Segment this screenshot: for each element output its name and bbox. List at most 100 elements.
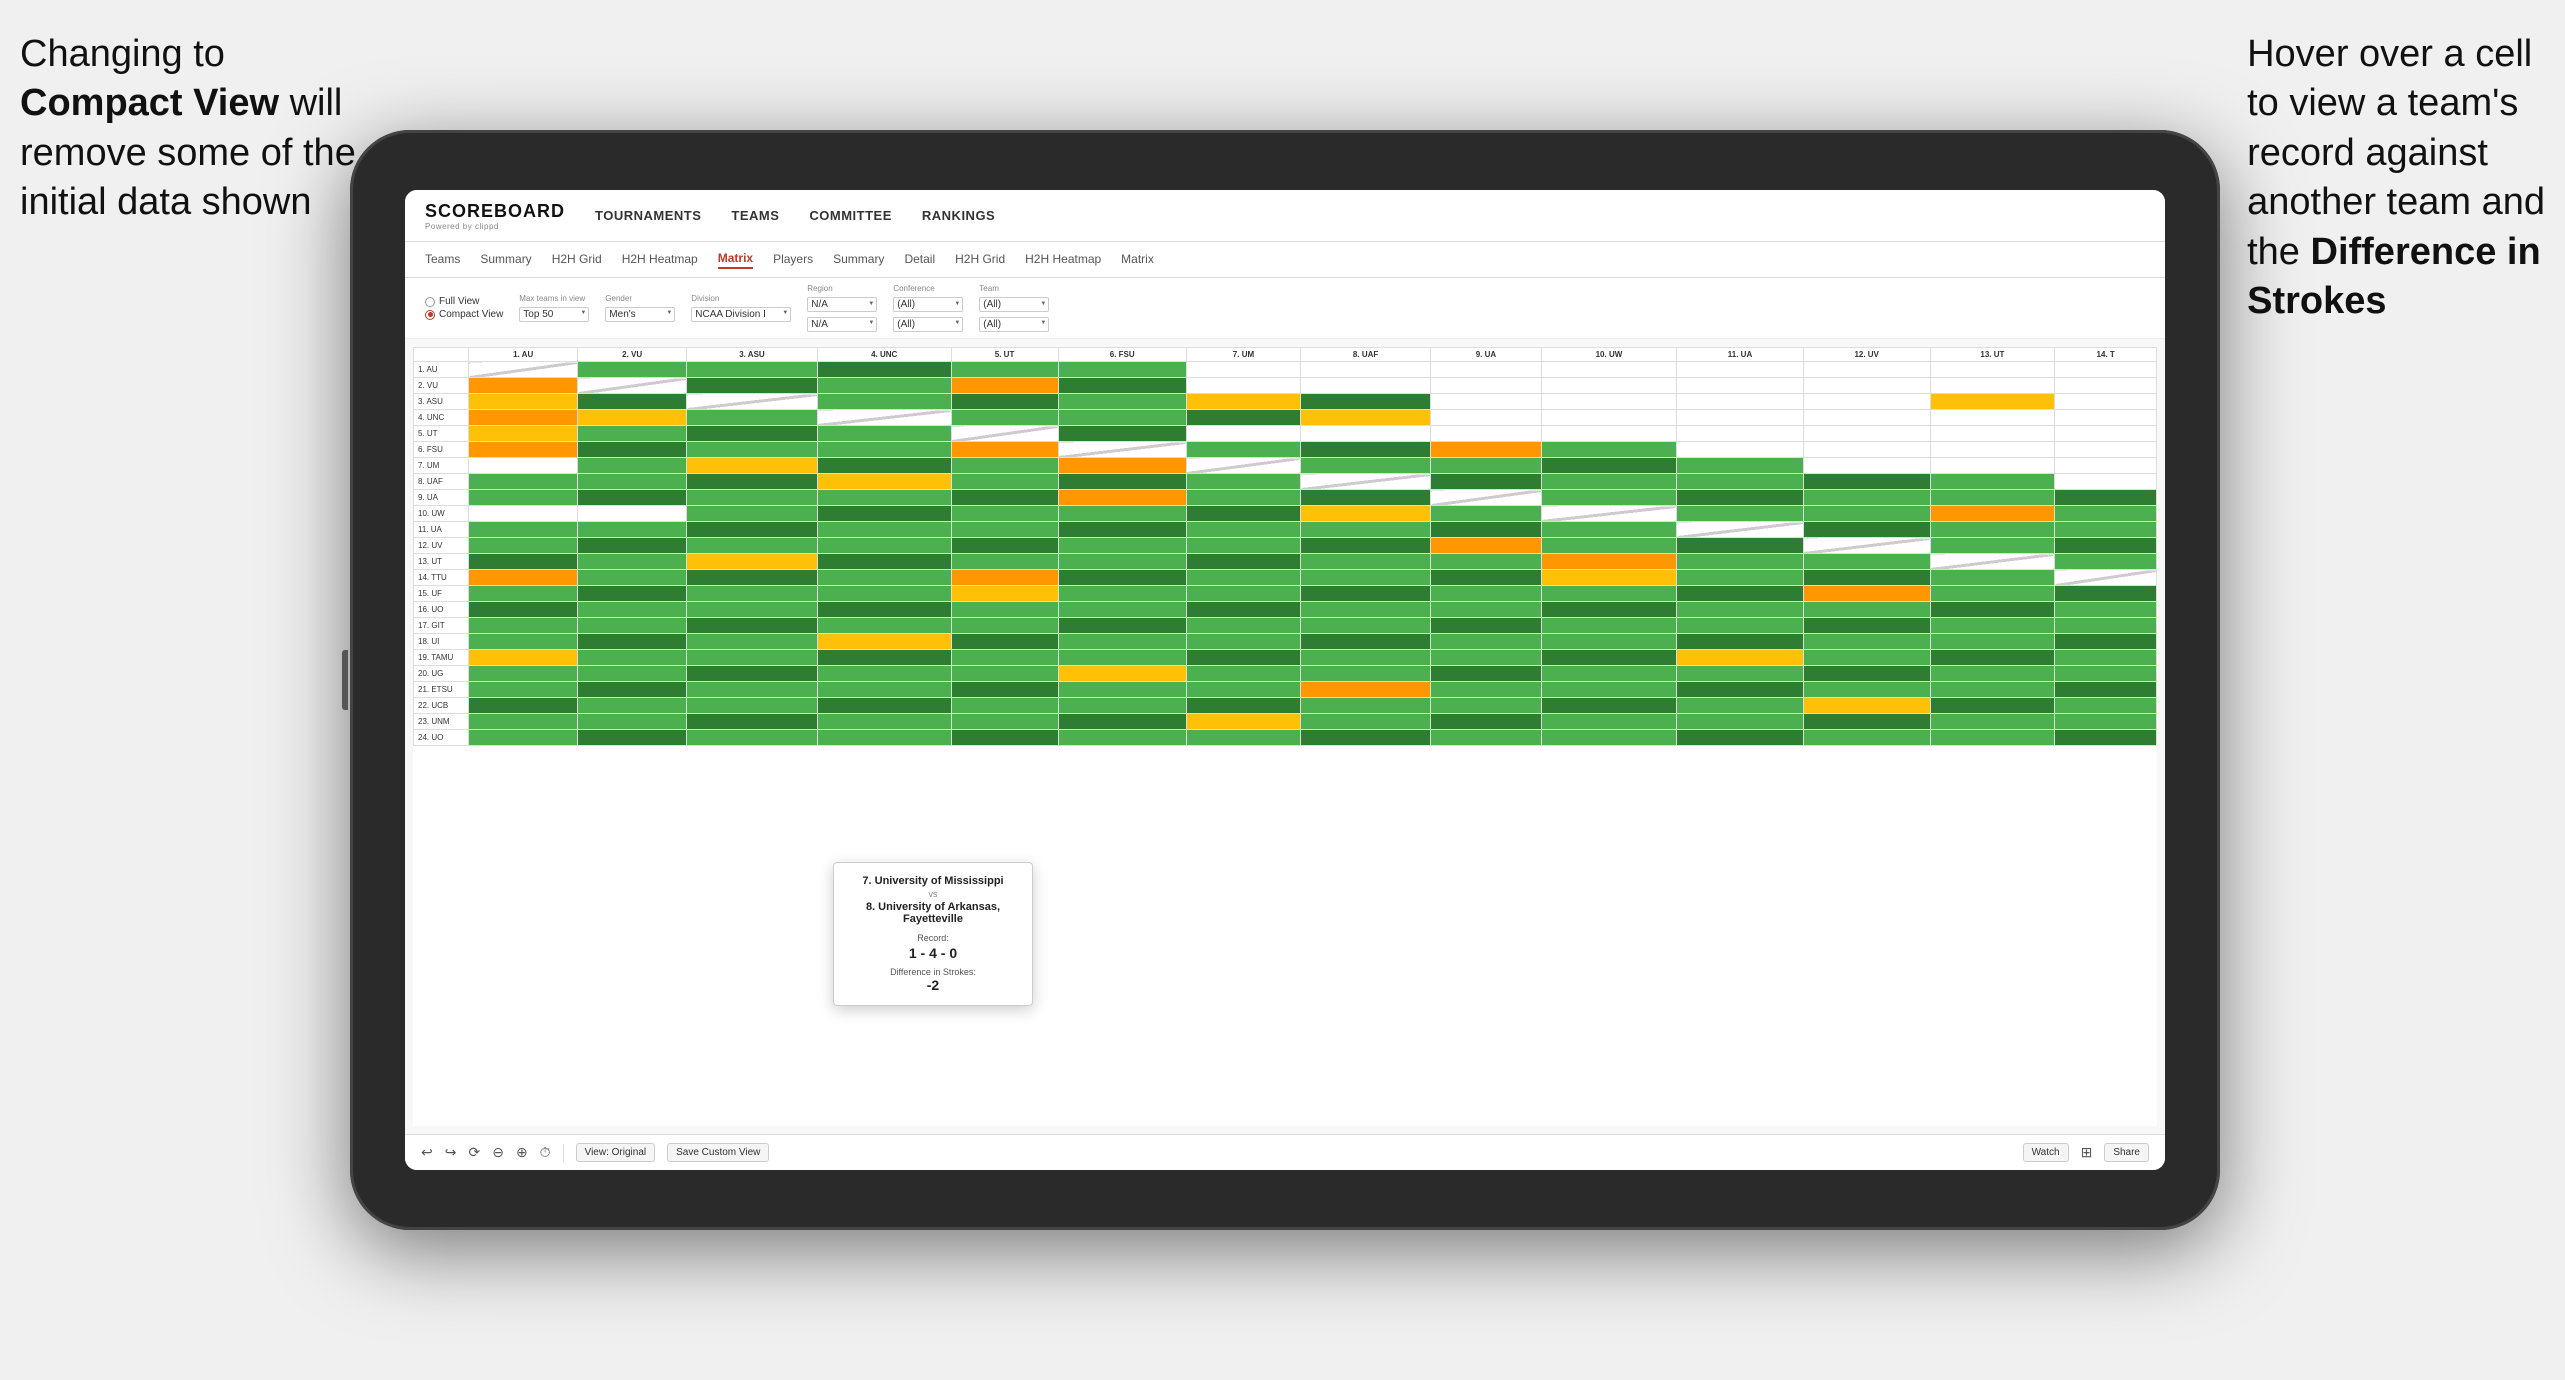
matrix-cell[interactable]: [687, 618, 818, 634]
table-row[interactable]: 5. UT: [414, 426, 2157, 442]
matrix-cell[interactable]: [469, 458, 578, 474]
matrix-cell[interactable]: [1803, 666, 1930, 682]
matrix-cell[interactable]: [578, 586, 687, 602]
matrix-cell[interactable]: [951, 554, 1058, 570]
matrix-cell[interactable]: [687, 442, 818, 458]
zoom-out-icon[interactable]: ⊖: [492, 1144, 504, 1161]
matrix-cell[interactable]: [1186, 650, 1300, 666]
matrix-cell[interactable]: [1301, 570, 1431, 586]
matrix-cell[interactable]: [1677, 522, 1804, 538]
nav-rankings[interactable]: RANKINGS: [922, 208, 995, 223]
matrix-cell[interactable]: [1541, 570, 1677, 586]
matrix-cell[interactable]: [817, 426, 951, 442]
table-row[interactable]: 17. GIT: [414, 618, 2157, 634]
grid-icon[interactable]: ⊞: [2081, 1144, 2093, 1161]
matrix-cell[interactable]: [1930, 410, 2055, 426]
matrix-cell[interactable]: [1677, 538, 1804, 554]
matrix-cell[interactable]: [951, 698, 1058, 714]
matrix-cell[interactable]: [469, 378, 578, 394]
matrix-cell[interactable]: [1058, 506, 1186, 522]
matrix-cell[interactable]: [951, 506, 1058, 522]
matrix-cell[interactable]: [817, 714, 951, 730]
gender-select[interactable]: Men's: [605, 307, 675, 322]
matrix-cell[interactable]: [817, 410, 951, 426]
matrix-cell[interactable]: [2055, 554, 2157, 570]
matrix-cell[interactable]: [817, 570, 951, 586]
matrix-cell[interactable]: [2055, 666, 2157, 682]
matrix-cell[interactable]: [1677, 394, 1804, 410]
matrix-cell[interactable]: [578, 538, 687, 554]
matrix-cell[interactable]: [2055, 602, 2157, 618]
team-select1[interactable]: (All): [979, 297, 1049, 312]
matrix-cell[interactable]: [1803, 570, 1930, 586]
clock-icon[interactable]: ⏱: [540, 1144, 551, 1161]
matrix-cell[interactable]: [1058, 522, 1186, 538]
matrix-cell[interactable]: [469, 586, 578, 602]
matrix-cell[interactable]: [578, 442, 687, 458]
matrix-cell[interactable]: [1677, 634, 1804, 650]
matrix-cell[interactable]: [1058, 650, 1186, 666]
matrix-cell[interactable]: [1431, 458, 1541, 474]
matrix-cell[interactable]: [1301, 602, 1431, 618]
matrix-cell[interactable]: [2055, 362, 2157, 378]
matrix-cell[interactable]: [2055, 410, 2157, 426]
matrix-cell[interactable]: [951, 570, 1058, 586]
matrix-cell[interactable]: [817, 586, 951, 602]
matrix-cell[interactable]: [1431, 394, 1541, 410]
matrix-cell[interactable]: [2055, 394, 2157, 410]
matrix-cell[interactable]: [1186, 522, 1300, 538]
matrix-cell[interactable]: [1930, 634, 2055, 650]
matrix-cell[interactable]: [1186, 474, 1300, 490]
matrix-cell[interactable]: [2055, 490, 2157, 506]
matrix-cell[interactable]: [1186, 362, 1300, 378]
subnav-summary1[interactable]: Summary: [480, 252, 531, 268]
matrix-cell[interactable]: [951, 714, 1058, 730]
matrix-cell[interactable]: [1431, 442, 1541, 458]
matrix-cell[interactable]: [1930, 682, 2055, 698]
matrix-cell[interactable]: [687, 394, 818, 410]
matrix-cell[interactable]: [1431, 730, 1541, 746]
matrix-cell[interactable]: [1930, 378, 2055, 394]
matrix-cell[interactable]: [578, 698, 687, 714]
matrix-cell[interactable]: [1541, 362, 1677, 378]
matrix-cell[interactable]: [1301, 538, 1431, 554]
matrix-cell[interactable]: [951, 362, 1058, 378]
matrix-cell[interactable]: [2055, 634, 2157, 650]
matrix-cell[interactable]: [951, 634, 1058, 650]
matrix-cell[interactable]: [687, 698, 818, 714]
matrix-cell[interactable]: [1431, 538, 1541, 554]
matrix-cell[interactable]: [1930, 650, 2055, 666]
matrix-cell[interactable]: [578, 570, 687, 586]
compact-view-radio[interactable]: [425, 310, 435, 320]
matrix-cell[interactable]: [469, 442, 578, 458]
matrix-cell[interactable]: [2055, 506, 2157, 522]
matrix-cell[interactable]: [578, 458, 687, 474]
matrix-cell[interactable]: [469, 714, 578, 730]
matrix-cell[interactable]: [1186, 442, 1300, 458]
matrix-cell[interactable]: [1803, 650, 1930, 666]
full-view-radio[interactable]: [425, 297, 435, 307]
matrix-cell[interactable]: [578, 666, 687, 682]
matrix-cell[interactable]: [1186, 426, 1300, 442]
max-teams-select[interactable]: Top 50: [519, 307, 589, 322]
share-button[interactable]: Share: [2104, 1143, 2149, 1162]
table-row[interactable]: 1. AU: [414, 362, 2157, 378]
matrix-cell[interactable]: [1058, 426, 1186, 442]
matrix-cell[interactable]: [1431, 378, 1541, 394]
matrix-cell[interactable]: [578, 682, 687, 698]
nav-teams[interactable]: TEAMS: [731, 208, 779, 223]
full-view-option[interactable]: Full View: [425, 296, 503, 307]
team-select2[interactable]: (All): [979, 317, 1049, 332]
matrix-cell[interactable]: [578, 410, 687, 426]
matrix-cell[interactable]: [1186, 378, 1300, 394]
matrix-cell[interactable]: [951, 666, 1058, 682]
matrix-cell[interactable]: [1186, 570, 1300, 586]
matrix-cell[interactable]: [817, 730, 951, 746]
matrix-cell[interactable]: [1431, 426, 1541, 442]
matrix-cell[interactable]: [687, 682, 818, 698]
matrix-cell[interactable]: [1058, 410, 1186, 426]
matrix-cell[interactable]: [469, 506, 578, 522]
matrix-cell[interactable]: [1431, 714, 1541, 730]
matrix-cell[interactable]: [817, 602, 951, 618]
matrix-cell[interactable]: [687, 586, 818, 602]
